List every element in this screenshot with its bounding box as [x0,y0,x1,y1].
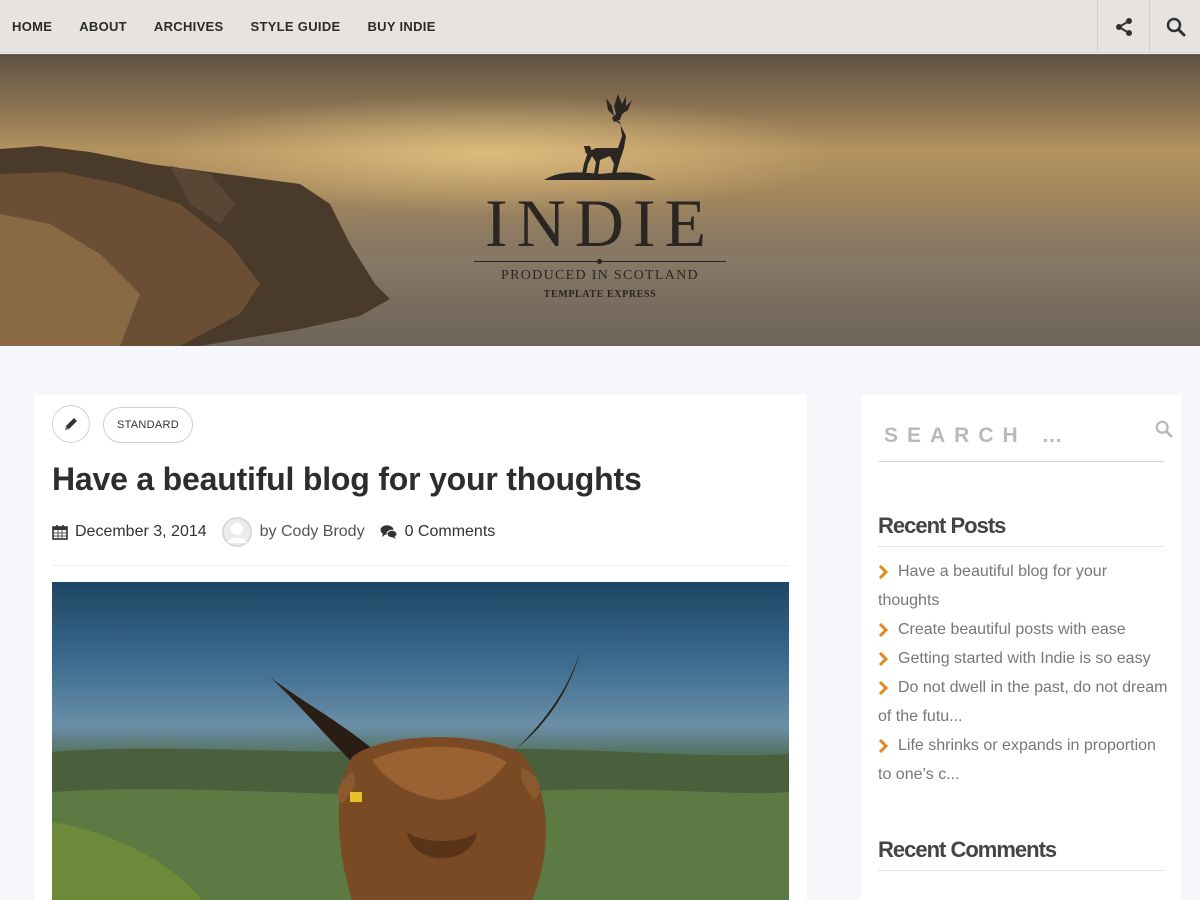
author-avatar [221,517,252,547]
recent-post-item[interactable]: Have a beautiful blog for your thoughts [878,557,1168,615]
recent-post-item[interactable]: Do not dwell in the past, do not dream o… [878,673,1168,731]
recent-comments-title: Recent Comments [878,837,1057,862]
recent-post-link: Life shrinks or expands in proportion to… [878,737,1156,783]
logo-title: INDIE [484,185,716,261]
post-author[interactable]: by Cody Brody [221,517,365,547]
nav-item-archives[interactable]: ARCHIVES [154,19,224,34]
recent-comments-divider [878,870,1164,871]
recent-post-item[interactable]: Create beautiful posts with ease [878,615,1168,644]
author-name: by Cody Brody [259,523,365,540]
nav-item-about[interactable]: ABOUT [79,19,127,34]
comments-count: 0 Comments [404,523,496,540]
chevron-right-icon [878,651,889,666]
recent-post-item[interactable]: Life shrinks or expands in proportion to… [878,731,1168,789]
search-toggle-button[interactable] [1149,0,1200,53]
comments-icon [380,525,398,539]
recent-posts-list: Have a beautiful blog for your thoughts … [878,557,1168,789]
nav-item-buy-indie[interactable]: BUY INDIE [367,19,435,34]
search-input[interactable]: SEARCH … [878,420,1173,462]
post-comments-link[interactable]: 0 Comments [380,523,496,541]
chevron-right-icon [878,564,889,579]
chevron-right-icon [878,738,889,753]
logo-divider [474,259,726,264]
recent-posts-title: Recent Posts [878,513,1006,538]
recent-post-item[interactable]: Getting started with Indie is so easy [878,644,1168,673]
recent-post-link: Do not dwell in the past, do not dream o… [878,679,1168,725]
edit-post-button[interactable] [52,405,90,443]
chevron-right-icon [878,622,889,637]
cliff-illustration [0,146,390,346]
top-navigation: HOME ABOUT ARCHIVES STYLE GUIDE BUY INDI… [0,0,1200,53]
post-divider [52,565,789,566]
post-title[interactable]: Have a beautiful blog for your thoughts [52,461,642,498]
logo-tagline: TEMPLATE EXPRESS [543,289,657,300]
logo-subtitle: PRODUCED IN SCOTLAND [501,268,699,283]
post-date-text: December 3, 2014 [75,523,207,540]
calendar-icon [52,525,68,540]
search-icon [1166,17,1185,36]
post-date[interactable]: December 3, 2014 [52,523,207,541]
search-icon [1155,420,1173,438]
site-logo[interactable]: INDIE PRODUCED IN SCOTLAND TEMPLATE EXPR… [470,90,730,300]
share-button[interactable] [1097,0,1149,53]
nav-item-home[interactable]: HOME [12,19,52,34]
share-icon [1115,17,1132,36]
recent-post-link: Getting started with Indie is so easy [898,650,1151,667]
recent-posts-divider [878,546,1164,547]
post-meta: December 3, 2014 by Cody Brody 0 Comment… [52,517,510,547]
user-placeholder-icon [221,517,252,547]
search-placeholder: SEARCH … [884,424,1072,447]
header-banner: INDIE PRODUCED IN SCOTLAND TEMPLATE EXPR… [0,54,1200,346]
sidebar: SEARCH … Recent Posts Have a beautiful b… [861,395,1181,900]
recent-post-link: Have a beautiful blog for your thoughts [878,563,1108,609]
nav-menu: HOME ABOUT ARCHIVES STYLE GUIDE BUY INDI… [12,0,463,53]
chevron-right-icon [878,680,889,695]
post-featured-image[interactable] [52,582,789,900]
post-format-badge[interactable]: STANDARD [103,407,193,443]
highland-cow-image [52,652,789,900]
stag-icon [544,94,656,180]
recent-post-link: Create beautiful posts with ease [898,621,1126,638]
nav-item-style-guide[interactable]: STYLE GUIDE [251,19,341,34]
search-submit-button[interactable] [1155,420,1177,442]
post-card: STANDARD Have a beautiful blog for your … [34,395,807,900]
pencil-icon [65,418,77,430]
